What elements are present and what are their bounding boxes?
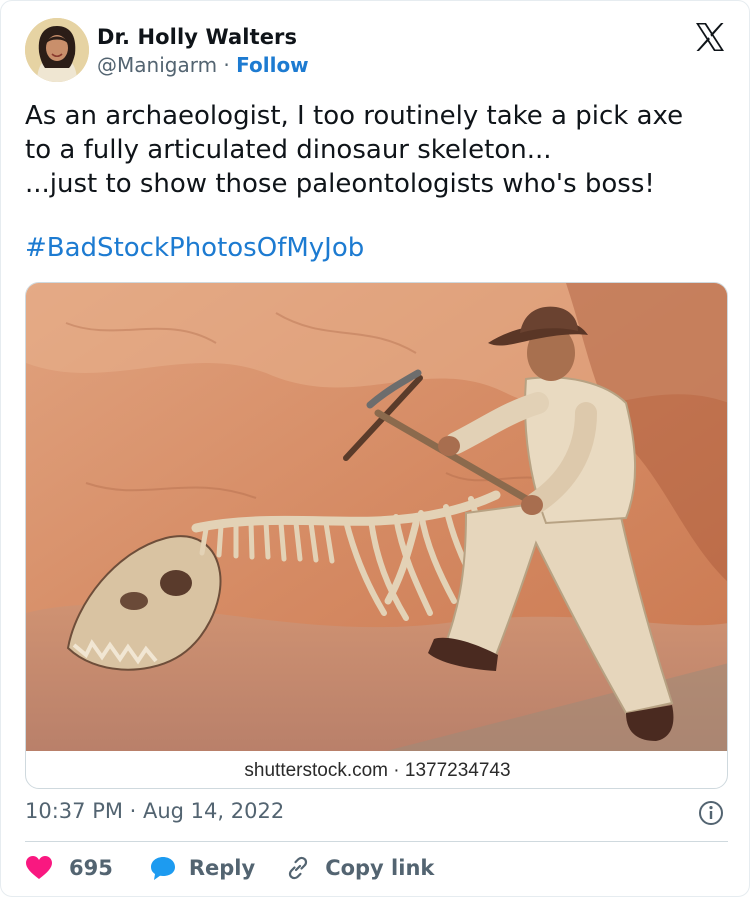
action-bar: 695 Reply Copy link xyxy=(25,851,434,885)
tweet-timestamp[interactable]: 10:37 PM · Aug 14, 2022 xyxy=(25,799,284,823)
author-avatar[interactable] xyxy=(25,18,89,82)
link-icon xyxy=(289,856,308,880)
reply-button[interactable]: Reply xyxy=(113,855,255,881)
media-caption: shutterstock.com · 1377234743 xyxy=(244,760,511,781)
like-button[interactable]: 695 xyxy=(25,855,113,881)
x-logo-icon[interactable] xyxy=(692,19,728,55)
stock-photo[interactable] xyxy=(26,283,728,751)
speech-bubble-icon xyxy=(150,857,175,880)
author-handle-line: @Manigarm · Follow xyxy=(97,53,309,77)
author-handle[interactable]: @Manigarm xyxy=(97,53,217,77)
tweet-text: As an archaeologist, I too routinely tak… xyxy=(25,101,684,199)
author-name[interactable]: Dr. Holly Walters xyxy=(97,25,297,49)
divider xyxy=(25,841,728,842)
reply-label: Reply xyxy=(188,856,256,880)
hashtag-link[interactable]: #BadStockPhotosOfMyJob xyxy=(25,231,364,265)
follow-button[interactable]: Follow xyxy=(236,53,309,77)
like-count: 695 xyxy=(69,856,113,880)
tweet-card: Dr. Holly Walters @Manigarm · Follow As … xyxy=(0,0,750,897)
info-icon[interactable] xyxy=(698,800,724,826)
handle-separator: · xyxy=(223,53,230,77)
heart-icon xyxy=(26,856,52,879)
tweet-media[interactable]: shutterstock.com · 1377234743 xyxy=(25,282,728,789)
copy-link-button[interactable]: Copy link xyxy=(255,855,434,881)
copy-link-label: Copy link xyxy=(325,856,435,880)
